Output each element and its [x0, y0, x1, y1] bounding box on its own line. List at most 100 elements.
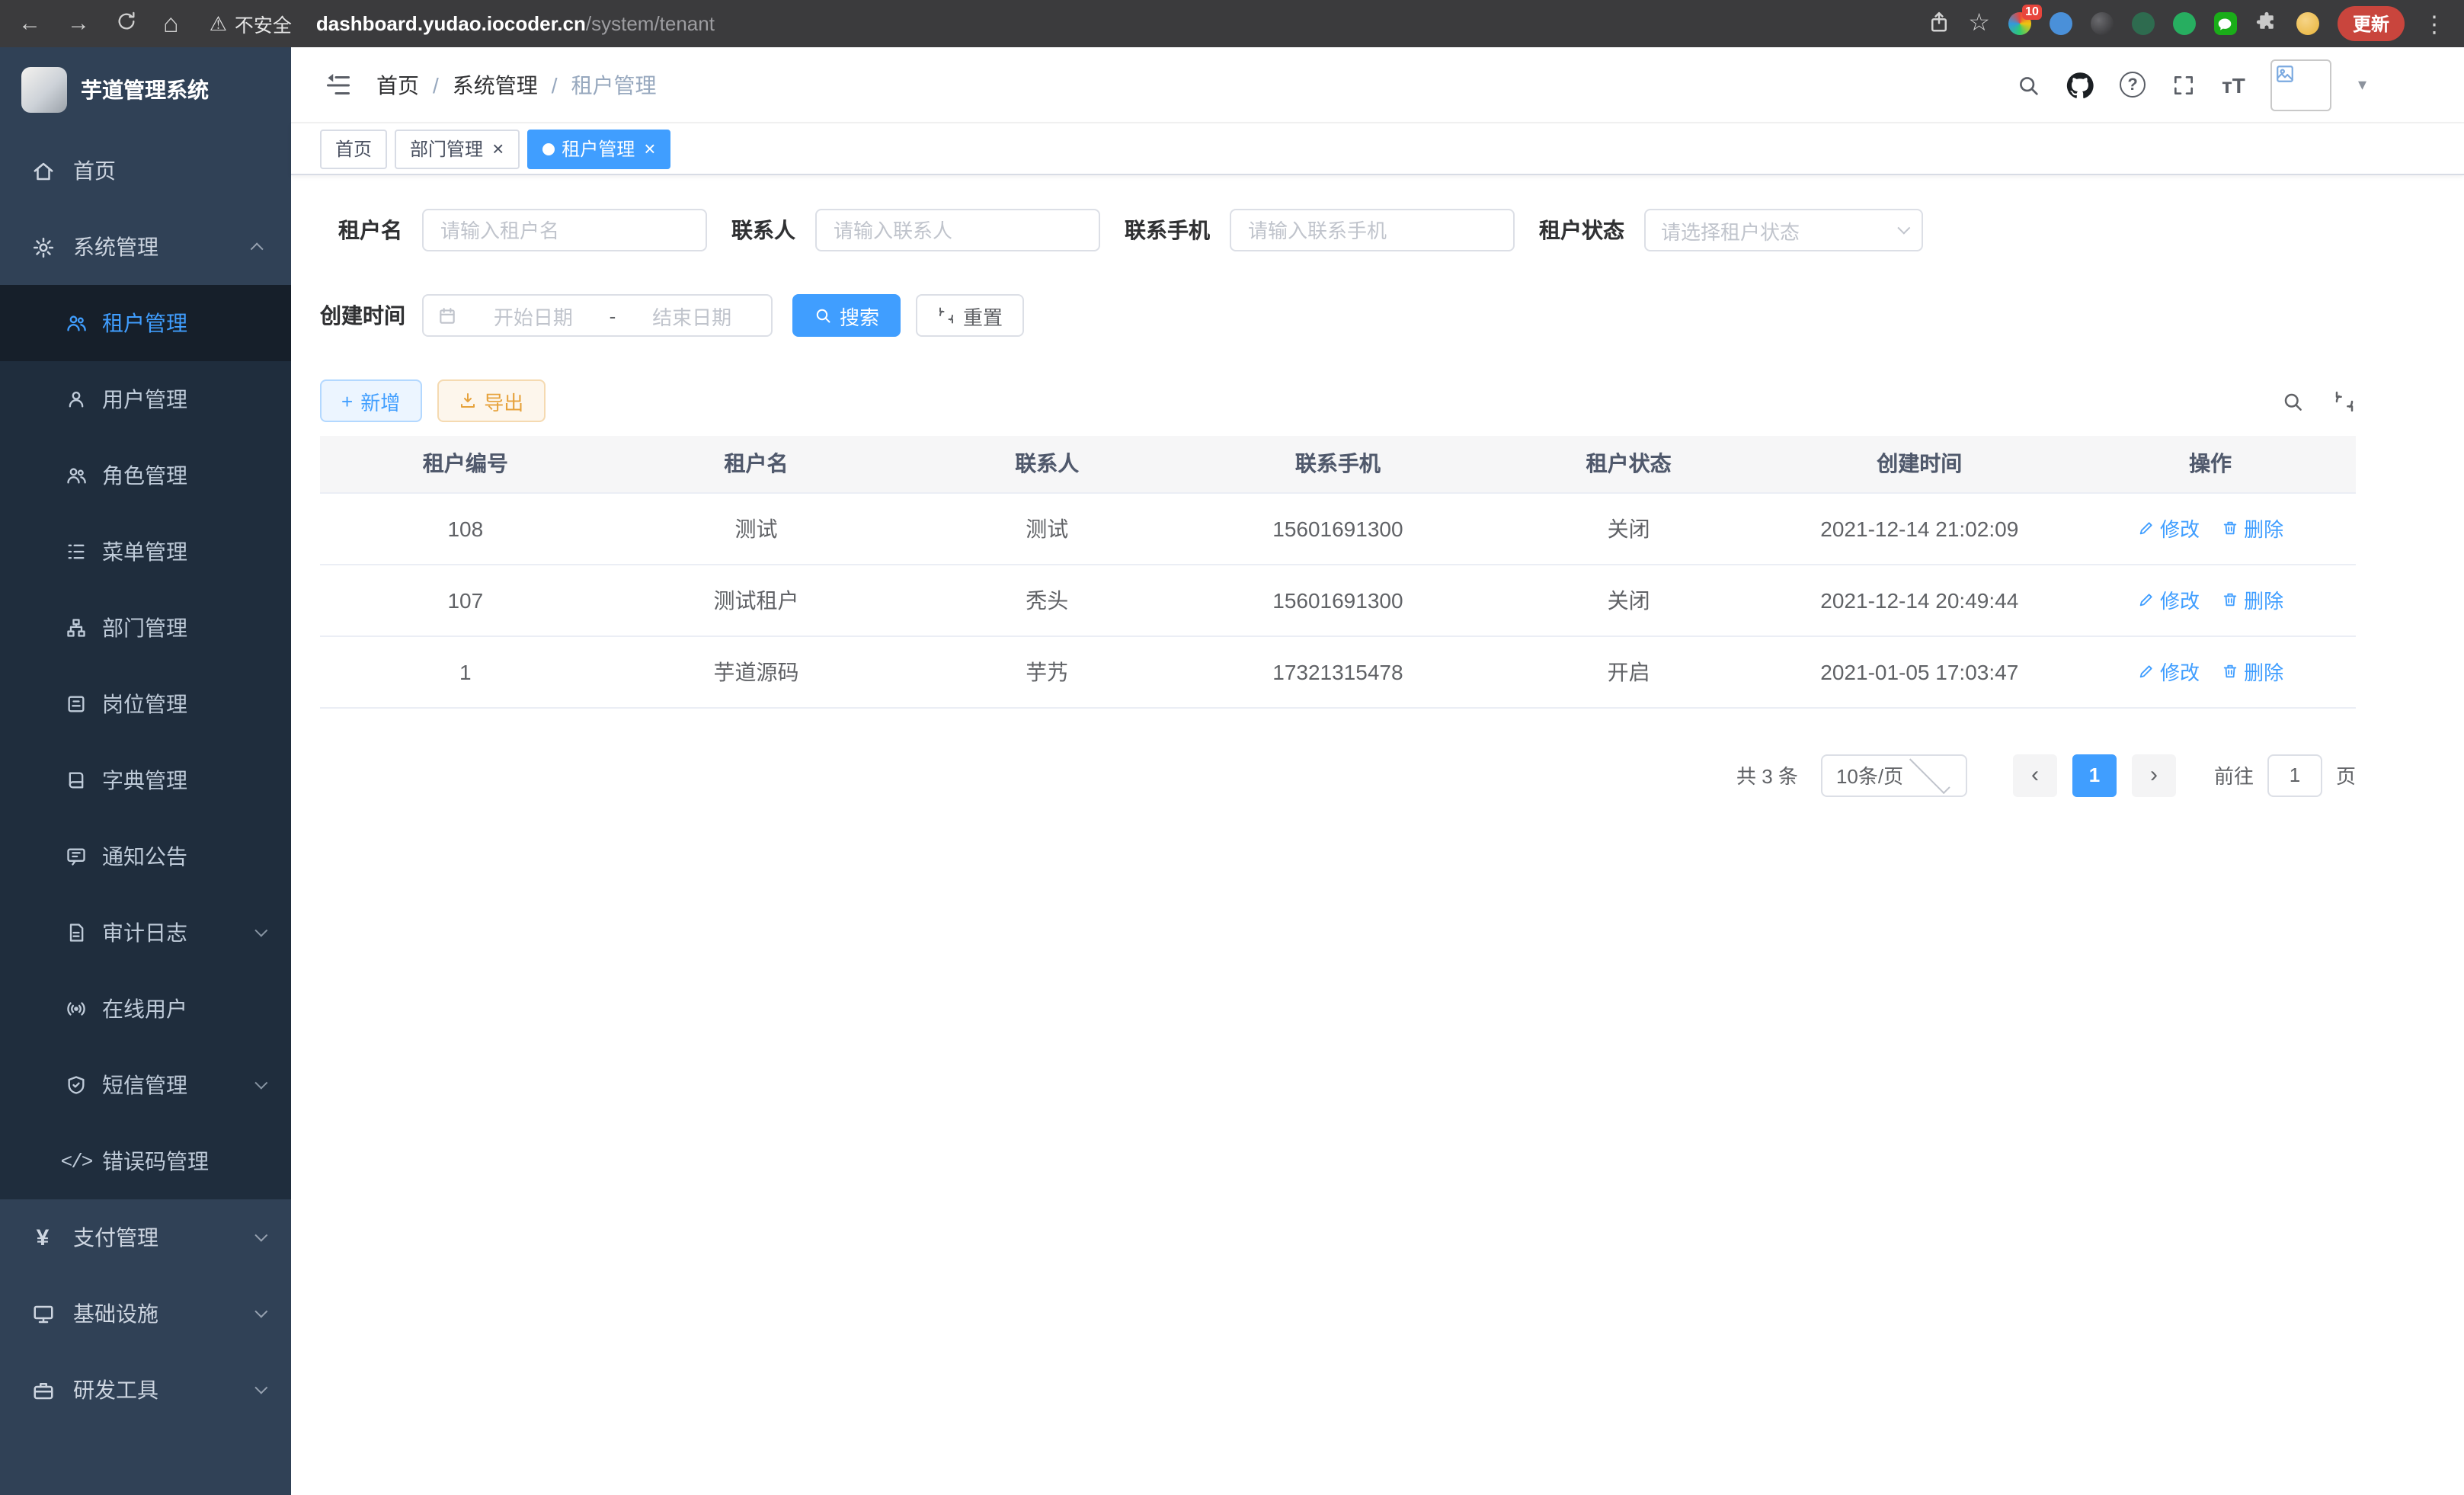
edit-link[interactable]: 修改: [2137, 657, 2200, 686]
extension-icon-5[interactable]: [2173, 12, 2196, 35]
avatar-caret-icon[interactable]: ▾: [2358, 75, 2366, 94]
close-icon[interactable]: ×: [492, 139, 504, 158]
sidebar-item-home[interactable]: 首页: [0, 133, 291, 209]
warning-icon: ⚠: [210, 11, 227, 36]
puzzle-extensions-icon[interactable]: [2255, 11, 2278, 37]
app-logo[interactable]: 芋道管理系统: [0, 47, 291, 133]
forward-icon[interactable]: →: [67, 12, 90, 35]
close-icon[interactable]: ×: [644, 139, 655, 158]
github-icon[interactable]: [2066, 71, 2094, 98]
sidebar-item-error-code[interactable]: </> 错误码管理: [0, 1123, 291, 1199]
table-row: 108 测试 测试 15601691300 关闭 2021-12-14 21:0…: [320, 492, 2356, 564]
search-icon[interactable]: [2016, 72, 2040, 97]
cell-tenant-name: 芋道源码: [611, 635, 902, 707]
site-security[interactable]: ⚠ 不安全: [210, 9, 292, 38]
sidebar-item-system[interactable]: 系统管理: [0, 209, 291, 285]
page-unit-label: 页: [2336, 760, 2356, 789]
filter-create-time: 创建时间 开始日期 - 结束日期: [320, 294, 773, 337]
extension-icon-2[interactable]: [2050, 12, 2072, 35]
sidebar-item-user[interactable]: 用户管理: [0, 361, 291, 437]
sidebar-item-menu[interactable]: 菜单管理: [0, 514, 291, 590]
edit-label: 修改: [2160, 585, 2200, 614]
menu-list-icon: [64, 539, 88, 564]
reload-icon[interactable]: [116, 11, 137, 37]
tab-home[interactable]: 首页: [320, 129, 387, 168]
date-range-picker[interactable]: 开始日期 - 结束日期: [422, 294, 773, 337]
cell-created: 2021-12-14 20:49:44: [1774, 564, 2065, 635]
share-icon[interactable]: [1927, 11, 1950, 37]
page-size-select[interactable]: 10条/页: [1821, 754, 1967, 796]
sidebar-item-label: 基础设施: [73, 1298, 158, 1329]
search-button[interactable]: 搜索: [792, 294, 901, 337]
back-icon[interactable]: ←: [18, 12, 41, 35]
chat-extension-icon[interactable]: [2214, 12, 2237, 35]
breadcrumb-home[interactable]: 首页: [376, 69, 419, 100]
delete-link[interactable]: 删除: [2221, 657, 2283, 686]
tab-dept[interactable]: 部门管理 ×: [395, 129, 519, 168]
role-icon: [64, 463, 88, 488]
bookmark-star-icon[interactable]: ☆: [1968, 11, 1990, 36]
add-button[interactable]: + 新增: [320, 379, 421, 422]
contact-input[interactable]: [815, 209, 1100, 251]
sidebar-item-infra[interactable]: 基础设施: [0, 1276, 291, 1352]
phone-input[interactable]: [1230, 209, 1515, 251]
font-size-icon[interactable]: тT: [2222, 72, 2245, 97]
tab-label: 租户管理: [562, 136, 635, 162]
export-button[interactable]: 导出: [437, 379, 545, 422]
page-1-button[interactable]: 1: [2072, 754, 2117, 796]
edit-label: 修改: [2160, 514, 2200, 543]
search-button-label: 搜索: [840, 301, 879, 330]
prev-page-button[interactable]: ‹: [2013, 754, 2057, 796]
goto-page-input[interactable]: [2267, 754, 2322, 796]
next-page-button[interactable]: ›: [2132, 754, 2176, 796]
extension-icon-4[interactable]: [2132, 12, 2155, 35]
extension-icon-3[interactable]: [2091, 12, 2114, 35]
sidebar-item-sms[interactable]: 短信管理: [0, 1047, 291, 1123]
chevron-down-icon: [254, 1077, 267, 1090]
browser-actions: ☆ 10 更新 ⋮: [1927, 6, 2446, 41]
tenant-name-input[interactable]: [422, 209, 707, 251]
toggle-search-icon[interactable]: [2281, 389, 2304, 412]
sidebar-item-audit-log[interactable]: 审计日志: [0, 895, 291, 971]
update-button[interactable]: 更新: [2338, 6, 2405, 41]
system-submenu: 租户管理 用户管理 角色管理 菜单管理: [0, 285, 291, 1199]
sidebar-fold-icon[interactable]: [325, 71, 352, 98]
delete-link[interactable]: 删除: [2221, 585, 2283, 614]
phone-label: 联系手机: [1125, 215, 1210, 245]
fullscreen-icon[interactable]: [2171, 72, 2196, 97]
address-bar[interactable]: dashboard.yudao.iocoder.cn/system/tenant: [316, 12, 715, 35]
sidebar-item-role[interactable]: 角色管理: [0, 437, 291, 514]
insecure-label: 不安全: [235, 9, 292, 38]
sidebar-item-dev-tools[interactable]: 研发工具: [0, 1352, 291, 1428]
reset-button[interactable]: 重置: [916, 294, 1024, 337]
sidebar-item-dict[interactable]: 字典管理: [0, 742, 291, 818]
refresh-icon[interactable]: [2333, 389, 2356, 412]
sidebar-item-post[interactable]: 岗位管理: [0, 666, 291, 742]
plus-icon: +: [341, 389, 353, 412]
tenant-icon: [64, 311, 88, 335]
delete-link[interactable]: 删除: [2221, 514, 2283, 543]
table-toolbar: + 新增 导出: [320, 379, 2356, 422]
yen-icon: ¥: [30, 1225, 55, 1250]
breadcrumb-system[interactable]: 系统管理: [453, 69, 538, 100]
main-page: 首页 / 系统管理 / 租户管理 ? тT ▾ 首: [291, 47, 2464, 1495]
extension-icon-1[interactable]: 10: [2008, 12, 2031, 35]
status-select[interactable]: 请选择租户状态: [1644, 209, 1923, 251]
help-icon[interactable]: ?: [2120, 72, 2146, 98]
sidebar-item-payment[interactable]: ¥ 支付管理: [0, 1199, 291, 1276]
chevron-down-icon: [1909, 752, 1950, 793]
sidebar-item-tenant[interactable]: 租户管理: [0, 285, 291, 361]
home-nav-icon[interactable]: ⌂: [163, 11, 179, 37]
tab-tenant[interactable]: 租户管理 ×: [526, 129, 670, 168]
sidebar-item-dept[interactable]: 部门管理: [0, 590, 291, 666]
edit-link[interactable]: 修改: [2137, 585, 2200, 614]
status-label: 租户状态: [1539, 215, 1624, 245]
sidebar-item-notice[interactable]: 通知公告: [0, 818, 291, 895]
sidebar-item-label: 角色管理: [102, 460, 187, 491]
edit-link[interactable]: 修改: [2137, 514, 2200, 543]
user-avatar[interactable]: [2271, 59, 2332, 110]
profile-avatar-icon[interactable]: [2296, 12, 2319, 35]
sidebar-item-online-users[interactable]: 在线用户: [0, 971, 291, 1047]
browser-menu-icon[interactable]: ⋮: [2423, 10, 2446, 37]
date-separator: -: [610, 304, 616, 327]
